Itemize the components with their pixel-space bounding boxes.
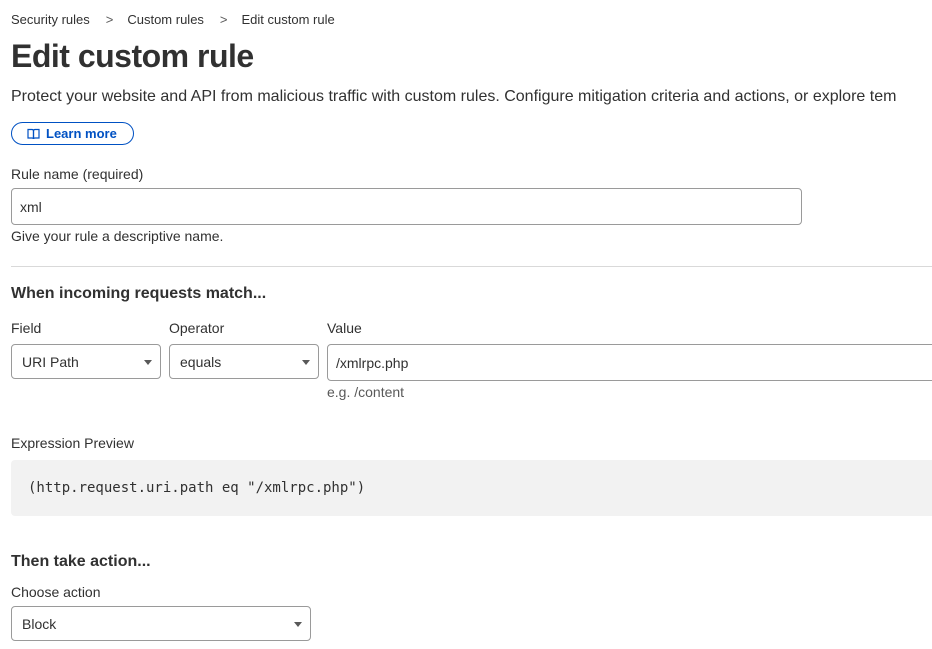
operator-select[interactable]: equals	[169, 344, 319, 379]
edit-custom-rule-page: Security rules > Custom rules > Edit cus…	[0, 0, 932, 649]
page-description: Protect your website and API from malici…	[11, 88, 897, 105]
action-select[interactable]: Block	[11, 606, 311, 641]
breadcrumb-security-rules[interactable]: Security rules	[11, 12, 90, 27]
expression-preview: (http.request.uri.path eq "/xmlrpc.php")	[11, 460, 932, 516]
field-select-value: URI Path	[22, 353, 79, 370]
field-select[interactable]: URI Path	[11, 344, 161, 379]
operator-select-value: equals	[180, 353, 222, 370]
breadcrumb-current: Edit custom rule	[241, 12, 335, 27]
book-icon	[27, 128, 40, 139]
chevron-down-icon	[302, 359, 310, 365]
breadcrumb-custom-rules[interactable]: Custom rules	[127, 12, 204, 27]
learn-more-button[interactable]: Learn more	[11, 122, 134, 145]
rule-name-hint: Give your rule a descriptive name.	[11, 228, 224, 244]
value-label: Value	[327, 320, 362, 336]
learn-more-label: Learn more	[46, 126, 117, 141]
breadcrumb-separator-icon: >	[219, 12, 228, 27]
breadcrumb-separator-icon: >	[105, 12, 114, 27]
section-divider	[11, 266, 932, 267]
expression-preview-label: Expression Preview	[11, 435, 134, 451]
chevron-down-icon	[144, 359, 152, 365]
rule-name-label: Rule name (required)	[11, 166, 144, 182]
breadcrumb: Security rules > Custom rules > Edit cus…	[11, 12, 335, 27]
action-select-value: Block	[22, 615, 57, 632]
action-section-title: Then take action...	[11, 553, 151, 570]
value-hint: e.g. /content	[327, 384, 405, 400]
chevron-down-icon	[294, 621, 302, 627]
value-input[interactable]	[327, 344, 932, 381]
match-section-title: When incoming requests match...	[11, 285, 267, 302]
field-label: Field	[11, 320, 42, 336]
rule-name-input[interactable]	[11, 188, 802, 225]
operator-label: Operator	[169, 320, 225, 336]
expression-preview-text: (http.request.uri.path eq "/xmlrpc.php")	[28, 480, 366, 496]
page-title: Edit custom rule	[11, 38, 254, 74]
choose-action-label: Choose action	[11, 584, 101, 600]
